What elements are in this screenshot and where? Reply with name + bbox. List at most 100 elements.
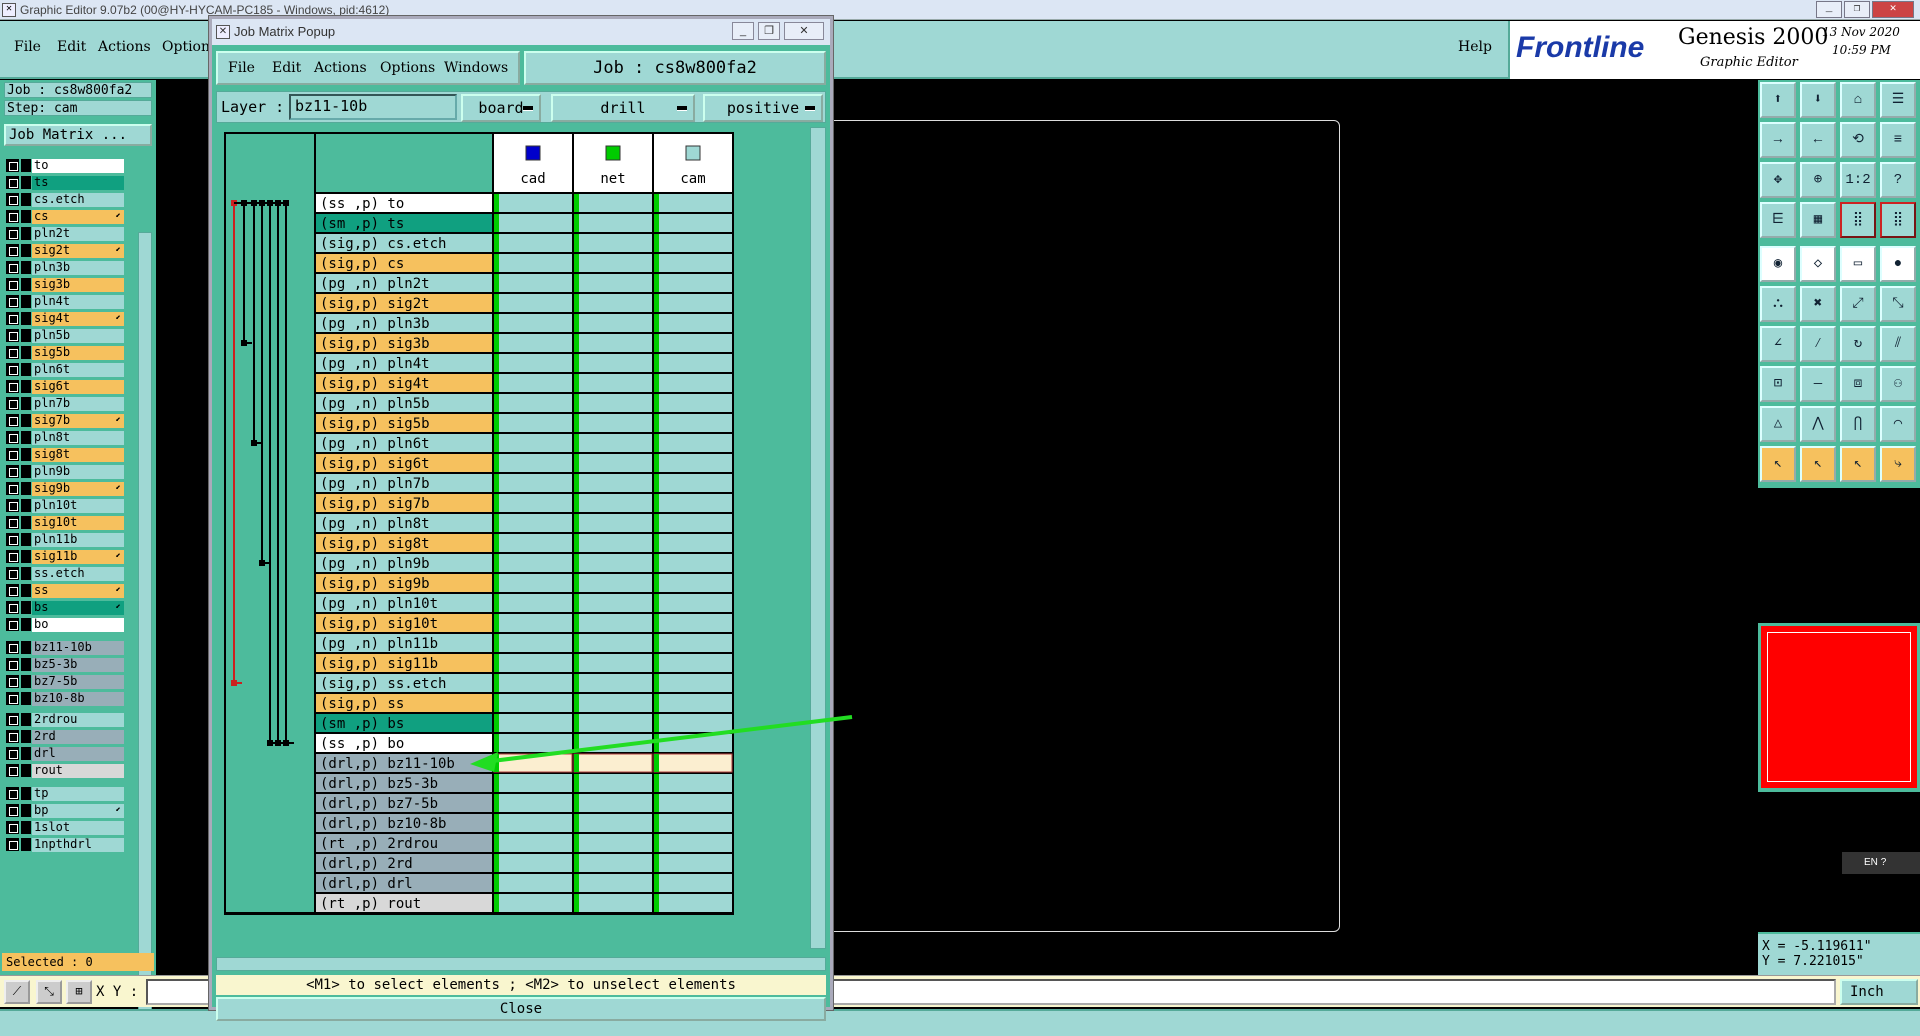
matrix-cell[interactable]	[493, 753, 573, 773]
cursor-icon[interactable]: ↖	[1840, 446, 1876, 482]
matrix-cell[interactable]	[494, 714, 572, 732]
layer-checkbox[interactable]	[6, 363, 19, 376]
polarity-dropdown[interactable]: positive	[703, 94, 823, 122]
layer-affected-box[interactable]	[21, 641, 31, 654]
layer-item-bz5-3b[interactable]: bz5-3b	[6, 657, 124, 672]
layer-checkbox[interactable]	[6, 764, 19, 777]
layer-checkbox[interactable]	[6, 692, 19, 705]
matrix-cell[interactable]	[654, 654, 732, 672]
matrix-cell[interactable]	[494, 374, 572, 392]
matrix-cell[interactable]	[654, 454, 732, 472]
peak-icon[interactable]: ⋀	[1800, 406, 1836, 442]
layer-affected-box[interactable]	[21, 159, 31, 172]
matrix-cell[interactable]	[574, 874, 652, 892]
matrix-cell[interactable]	[574, 414, 652, 432]
layer-affected-box[interactable]	[21, 329, 31, 342]
layer-affected-box[interactable]	[21, 431, 31, 444]
matrix-cell[interactable]	[574, 554, 652, 572]
matrix-cell[interactable]	[654, 514, 732, 532]
layer-item-rout[interactable]: rout	[6, 763, 124, 778]
layer-affected-box[interactable]	[21, 618, 31, 631]
matrix-cell[interactable]	[574, 614, 652, 632]
popup-minimize-button[interactable]: _	[732, 22, 754, 40]
matrix-cell[interactable]	[494, 674, 572, 692]
close-window-button[interactable]: ✕	[1872, 1, 1914, 18]
layer-checkbox[interactable]	[6, 193, 19, 206]
matrix-cell[interactable]	[654, 314, 732, 332]
layer-checkbox[interactable]	[6, 448, 19, 461]
layer-item-sig7b[interactable]: sig7b ⬋	[6, 413, 124, 428]
layer-item-pln8t[interactable]: pln8t	[6, 430, 124, 445]
help-icon[interactable]: ?	[1881, 857, 1887, 868]
matrix-cell[interactable]	[654, 894, 732, 912]
layer-checkbox[interactable]	[6, 804, 19, 817]
layer-item-pln4t[interactable]: pln4t	[6, 294, 124, 309]
matrix-cell[interactable]	[574, 854, 652, 872]
layer-affected-box[interactable]	[21, 516, 31, 529]
matrix-cell[interactable]	[654, 494, 732, 512]
help-icon[interactable]: ?	[1880, 162, 1916, 198]
layer-item-sig11b[interactable]: sig11b ⬋	[6, 549, 124, 564]
layer-affected-box[interactable]	[21, 380, 31, 393]
type-dropdown[interactable]: drill	[551, 94, 695, 122]
overview-map[interactable]	[1758, 623, 1920, 791]
layer-checkbox[interactable]	[6, 838, 19, 851]
layer-affected-box[interactable]	[21, 482, 31, 495]
matrix-cell[interactable]	[574, 594, 652, 612]
angle-icon[interactable]: ∠	[1760, 326, 1796, 362]
matrix-cell[interactable]	[494, 354, 572, 372]
matrix-cell[interactable]	[494, 554, 572, 572]
layer-checkbox[interactable]	[6, 618, 19, 631]
layer-item-cs[interactable]: cs ⬋	[6, 209, 124, 224]
layer-checkbox[interactable]	[6, 567, 19, 580]
scale-icon[interactable]: 1:2	[1840, 162, 1876, 198]
language-indicator[interactable]: EN ?	[1842, 852, 1920, 874]
matrix-cell[interactable]	[494, 194, 572, 212]
menu-actions[interactable]: Actions	[98, 39, 151, 55]
layer-affected-box[interactable]	[21, 346, 31, 359]
menu-file[interactable]: File	[14, 39, 41, 55]
align-icon[interactable]: ⊡	[1760, 366, 1796, 402]
move-in-icon[interactable]: →	[1760, 122, 1796, 158]
matrix-cell[interactable]	[494, 454, 572, 472]
matrix-cell[interactable]	[574, 734, 652, 752]
matrix-cell[interactable]	[574, 334, 652, 352]
matrix-cell[interactable]	[654, 694, 732, 712]
popup-menu-edit[interactable]: Edit	[272, 60, 301, 76]
layer-checkbox[interactable]	[6, 210, 19, 223]
snap-icon[interactable]: ⟋	[4, 980, 30, 1004]
matrix-cell[interactable]	[654, 794, 732, 812]
box-icon[interactable]: ⧈	[1840, 366, 1876, 402]
layer-item-pln9b[interactable]: pln9b	[6, 464, 124, 479]
layer-checkbox[interactable]	[6, 713, 19, 726]
layer-checkbox[interactable]	[6, 329, 19, 342]
layer-affected-box[interactable]	[21, 261, 31, 274]
layer-checkbox[interactable]	[6, 431, 19, 444]
layer-affected-box[interactable]	[21, 747, 31, 760]
layer-checkbox[interactable]	[6, 346, 19, 359]
matrix-cell[interactable]	[494, 654, 572, 672]
matrix-cell[interactable]	[654, 734, 732, 752]
matrix-cell[interactable]	[574, 434, 652, 452]
layer-checkbox[interactable]	[6, 397, 19, 410]
layer-affected-box[interactable]	[21, 295, 31, 308]
select-icon[interactable]: ↖	[1800, 446, 1836, 482]
units-dropdown[interactable]: Inch	[1840, 979, 1918, 1005]
home-icon[interactable]: ⌂	[1840, 82, 1876, 118]
layer-checkbox[interactable]	[6, 675, 19, 688]
layer-affected-box[interactable]	[21, 692, 31, 705]
link-icon[interactable]: ⤡	[1880, 286, 1916, 322]
matrix-cell[interactable]	[494, 614, 572, 632]
layer-item-sig9b[interactable]: sig9b ⬋	[6, 481, 124, 496]
minus-icon[interactable]: —	[1800, 366, 1836, 402]
layer-checkbox[interactable]	[6, 641, 19, 654]
matrix-cell[interactable]	[494, 874, 572, 892]
matrix-cell[interactable]	[654, 434, 732, 452]
matrix-cell[interactable]	[494, 294, 572, 312]
matrix-cell[interactable]	[654, 634, 732, 652]
layer-affected-box[interactable]	[21, 414, 31, 427]
layer-checkbox[interactable]	[6, 261, 19, 274]
layer-name-field[interactable]: bz11-10b	[289, 94, 457, 120]
matrix-cell[interactable]	[654, 534, 732, 552]
layer-affected-box[interactable]	[21, 550, 31, 563]
